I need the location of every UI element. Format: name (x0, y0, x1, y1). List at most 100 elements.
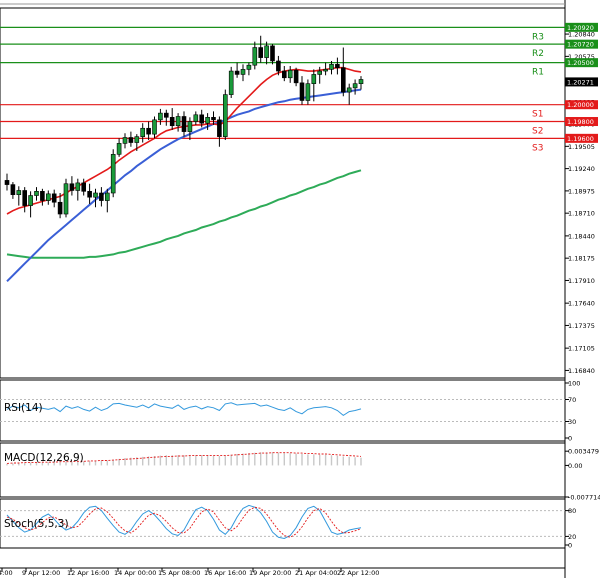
level-price-label: 1.20720 (567, 41, 594, 49)
candle-body (335, 64, 340, 69)
candle-body (193, 114, 199, 122)
level-price-label: 1.19800 (567, 118, 594, 126)
price-tick-label: 1.17375 (568, 322, 595, 330)
candle-body (287, 69, 293, 79)
candle-body (4, 180, 10, 185)
price-tick-label: 1.18440 (568, 232, 595, 240)
price-tick-label: 1.17640 (568, 300, 595, 308)
candle-body (99, 192, 104, 201)
price-tick-label: 1.17105 (568, 345, 595, 353)
candle-body (293, 69, 299, 84)
level-name-s1: S1 (532, 110, 543, 120)
candle-body (329, 64, 334, 70)
candle-body (181, 116, 187, 132)
rsi-tick-label: 70 (568, 396, 576, 404)
candle-body (93, 192, 98, 198)
candle-body (276, 60, 281, 72)
candle-body (63, 183, 69, 215)
price-tick-label: 1.18710 (568, 210, 595, 218)
level-name-s3: S3 (532, 143, 543, 153)
panel-macd-frame (0, 442, 566, 498)
time-tick-label: 21 Apr 04:00 (295, 569, 337, 577)
candle-body (211, 117, 216, 121)
time-tick-label: 16 Apr 16:00 (204, 569, 246, 577)
macd-tick-label: 0.003479 (568, 448, 599, 456)
time-tick-label: 14 Apr 00:00 (114, 569, 156, 577)
time-tick-label: 4:00 (0, 569, 13, 577)
candle-body (28, 195, 33, 206)
current-price-label: 1.20271 (567, 78, 594, 86)
candle-body (75, 182, 81, 191)
level-name-r1: R1 (532, 68, 544, 78)
price-tick-label: 1.19505 (568, 143, 595, 151)
time-tick-label: 12 Apr 16:00 (67, 569, 109, 577)
candle-body (352, 83, 358, 89)
level-name-s2: S2 (532, 127, 543, 137)
rsi-tick-label: 0 (568, 435, 572, 443)
candle-body (299, 82, 305, 101)
level-price-label: 1.20500 (567, 59, 594, 67)
candle-body (187, 121, 193, 132)
stoch-tick-label: 20 (568, 533, 576, 541)
time-tick-label: 19 Apr 20:00 (249, 569, 291, 577)
price-tick-label: 1.19240 (568, 165, 595, 173)
candle-body (146, 127, 151, 135)
candle-body (217, 119, 222, 137)
candle-body (34, 191, 39, 196)
candle-body (51, 193, 57, 203)
rsi-tick-label: 30 (568, 418, 576, 426)
candle-body (323, 69, 328, 72)
price-tick-label: 1.18175 (568, 255, 595, 263)
panel-price-frame (0, 7, 566, 379)
candle-body (252, 47, 258, 66)
candle-body (81, 182, 86, 192)
time-tick-label: 9 Apr 12:00 (22, 569, 60, 577)
candle-body (105, 192, 110, 201)
stoch-label: Stoch(5,5,3) (4, 518, 69, 530)
macd-tick-label: 0.00 (568, 462, 582, 470)
candle-body (358, 79, 364, 84)
candle-body (317, 70, 323, 75)
trading-chart: 1.208401.205751.203001.200351.197701.195… (0, 0, 600, 578)
candle-body (128, 137, 134, 143)
candle-body (22, 190, 28, 206)
candle-body (45, 193, 51, 201)
candle-body (164, 112, 169, 118)
candle-body (122, 137, 128, 144)
candle-body (140, 127, 145, 137)
candle-body (175, 116, 181, 127)
candle-body (57, 201, 63, 215)
candle-body (110, 154, 116, 194)
candle-body (305, 83, 311, 101)
level-price-label: 1.19600 (567, 135, 594, 143)
candle-body (16, 190, 22, 195)
candle-body (346, 87, 352, 93)
time-tick-label: 22 Apr 12:00 (337, 569, 379, 577)
price-tick-label: 1.16840 (568, 367, 595, 375)
stoch-tick-label: 80 (568, 507, 576, 515)
level-price-label: 1.20920 (567, 24, 594, 32)
candle-body (270, 45, 275, 62)
candle-body (169, 117, 175, 127)
candle-body (40, 191, 45, 201)
price-tick-label: 1.17910 (568, 277, 595, 285)
stoch-tick-label: 0 (568, 542, 572, 550)
price-tick-label: 1.18975 (568, 187, 595, 195)
candle-body (87, 191, 92, 198)
macd-label: MACD(12,26,9) (4, 452, 84, 464)
panel-stoch-frame (0, 498, 566, 549)
rsi-tick-label: 100 (568, 380, 580, 388)
candle-body (340, 67, 346, 93)
candle-body (311, 74, 317, 84)
candle-body (69, 183, 75, 191)
time-tick-label: 15 Apr 08:00 (158, 569, 200, 577)
candle-body (258, 47, 264, 58)
candle-body (116, 143, 122, 155)
candle-body (234, 70, 240, 75)
candle-body (152, 119, 157, 135)
candle-body (246, 64, 252, 70)
candle-body (158, 112, 163, 121)
candle-body (205, 117, 210, 124)
candle-body (264, 45, 269, 58)
candle-body (199, 114, 204, 124)
